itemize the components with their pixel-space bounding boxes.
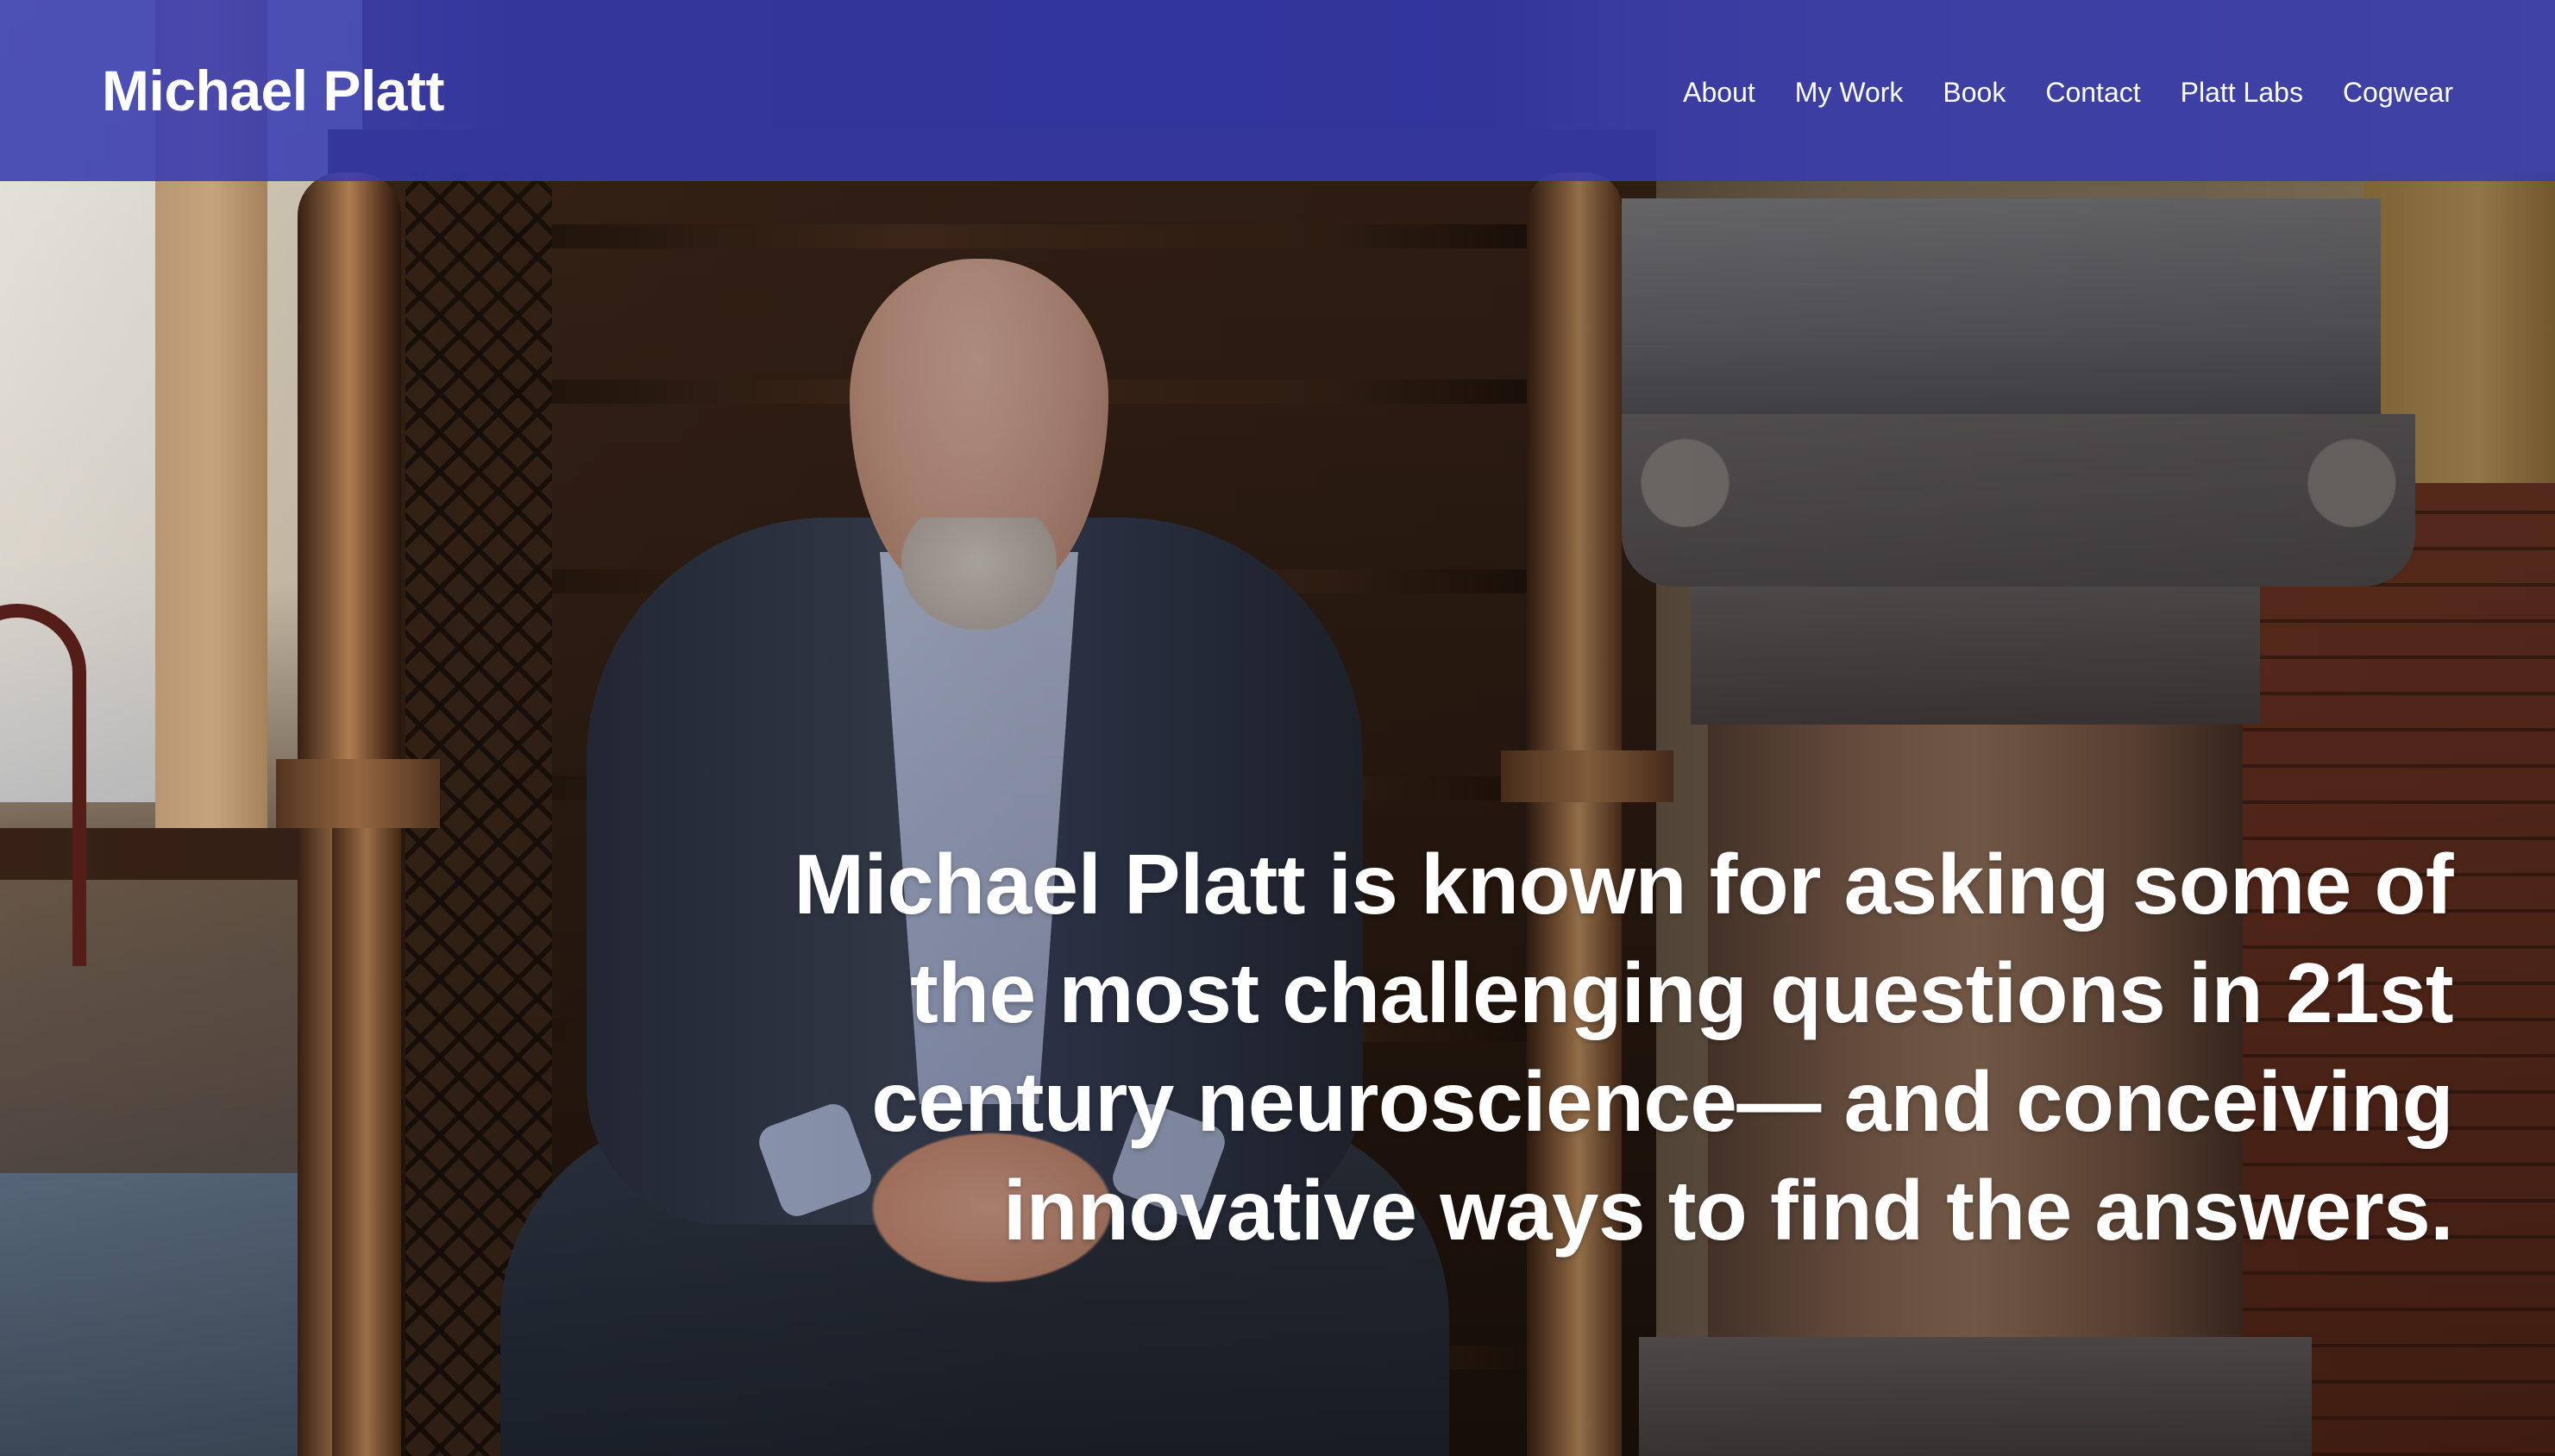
site-title-link[interactable]: Michael Platt xyxy=(102,58,444,123)
hero-headline: Michael Platt is known for asking some o… xyxy=(794,837,2453,1258)
nav-link-contact[interactable]: Contact xyxy=(2045,77,2140,109)
hero-section: Michael Platt is known for asking some o… xyxy=(745,830,2453,1265)
nav-link-about[interactable]: About xyxy=(1683,77,1755,109)
nav-link-platt-labs[interactable]: Platt Labs xyxy=(2181,77,2303,109)
main-nav: About My Work Book Contact Platt Labs Co… xyxy=(1683,77,2453,109)
nav-link-book[interactable]: Book xyxy=(1943,77,2006,109)
nav-link-cogwear[interactable]: Cogwear xyxy=(2343,77,2453,109)
page: Michael Platt About My Work Book Contact… xyxy=(0,0,2555,1456)
site-header: Michael Platt About My Work Book Contact… xyxy=(0,0,2555,181)
nav-link-my-work[interactable]: My Work xyxy=(1795,77,1904,109)
